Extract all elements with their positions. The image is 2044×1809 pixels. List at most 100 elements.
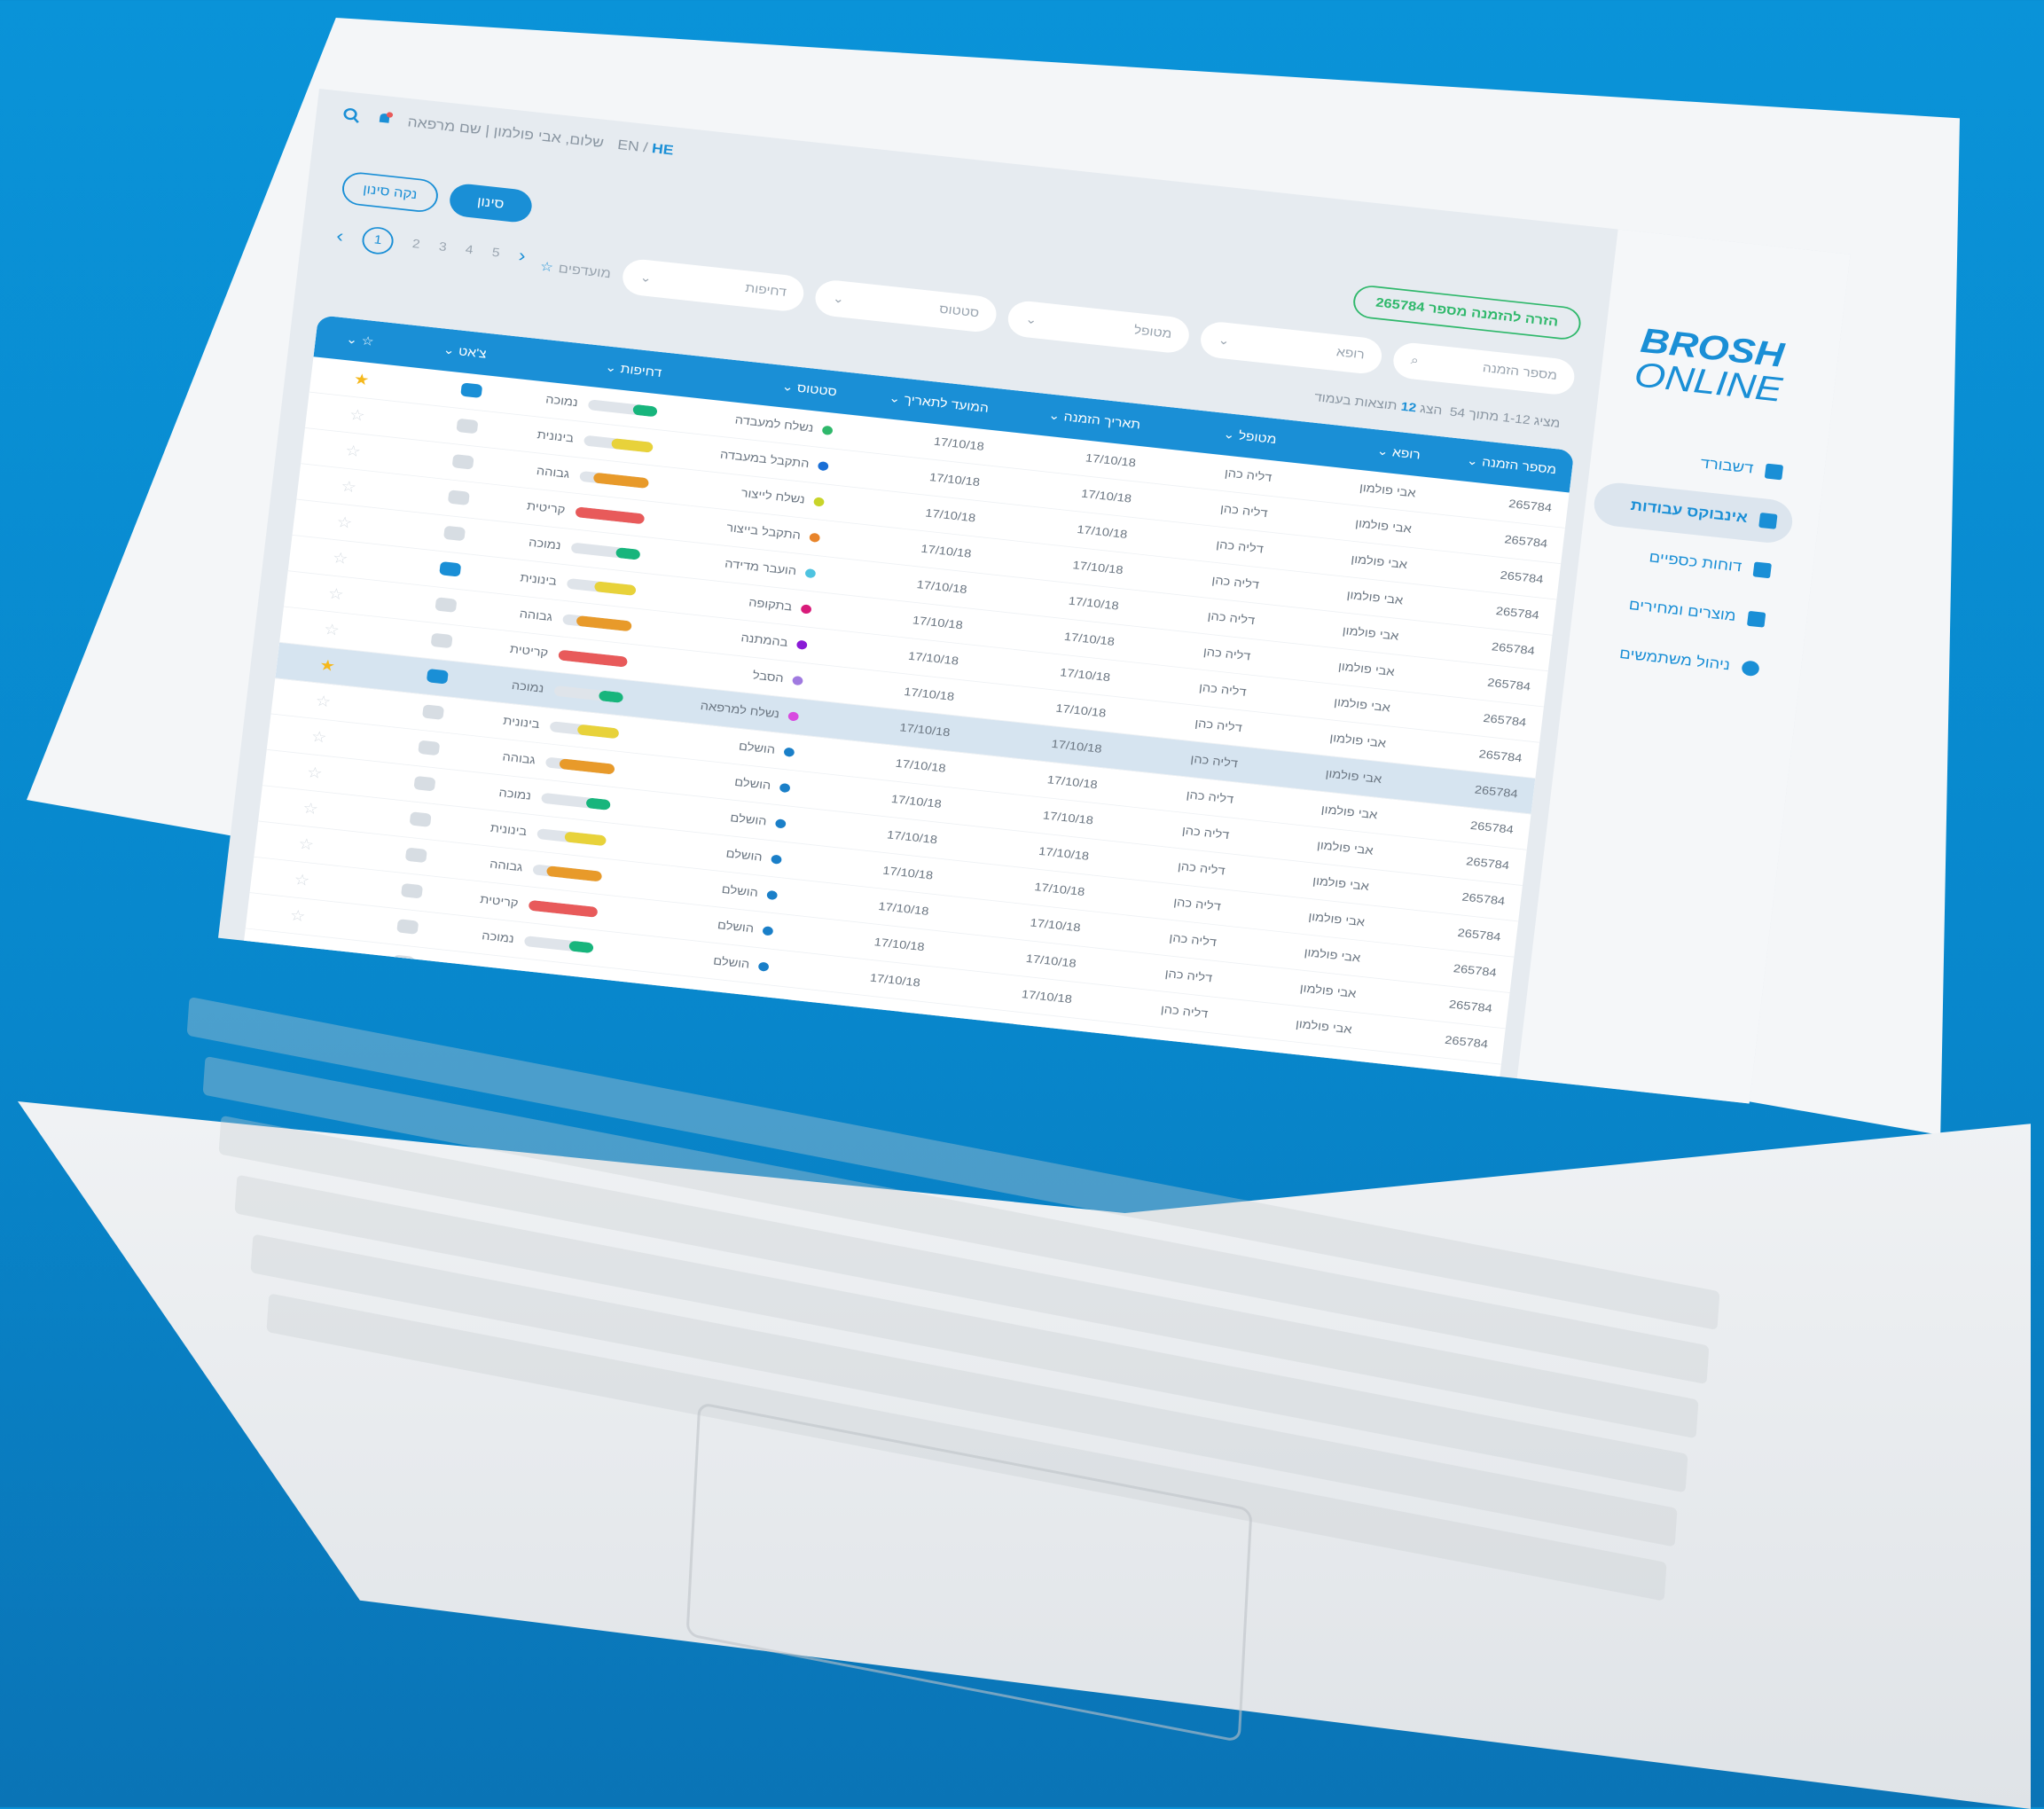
chevron-down-icon: ⌄ [604, 361, 622, 376]
filter-field-2[interactable]: מטופל ⌄ [1006, 299, 1192, 355]
urgency-bar [570, 542, 641, 560]
column-header-5[interactable]: סטטוס ⌄ [677, 367, 854, 401]
column-header-4[interactable]: המועד לתאריך ⌄ [851, 387, 1005, 418]
chat-bubble-icon[interactable] [401, 882, 424, 899]
chat-bubble-icon[interactable] [396, 918, 419, 935]
star-icon[interactable]: ★ [353, 371, 371, 388]
star-icon[interactable]: ☆ [327, 585, 345, 603]
language-switch[interactable]: EN / HE [616, 137, 674, 158]
urgency-bar [557, 649, 628, 668]
urgency-bar-fill [545, 865, 603, 882]
status-label: הושלם [712, 954, 751, 972]
chat-bubble-icon[interactable] [418, 740, 441, 756]
chat-bubble-icon[interactable] [413, 775, 436, 792]
chat-bubble-icon[interactable] [456, 418, 479, 434]
bell-icon[interactable] [374, 110, 395, 129]
column-header-0[interactable]: מספר הזמנה ⌄ [1435, 450, 1572, 479]
star-icon[interactable]: ☆ [315, 693, 333, 710]
column-header-1[interactable]: רופא ⌄ [1291, 434, 1437, 464]
chevron-right-icon[interactable]: › [517, 246, 526, 267]
chat-bubble-icon[interactable] [460, 381, 483, 398]
star-icon[interactable]: ☆ [285, 943, 302, 960]
chat-bubble-icon[interactable] [409, 811, 432, 827]
chat-bubble-icon[interactable] [447, 489, 470, 505]
urgency-bar-fill [563, 831, 607, 847]
chat-bubble-icon[interactable] [404, 847, 427, 863]
star-icon[interactable]: ☆ [348, 407, 366, 425]
chat-cell [337, 767, 451, 795]
chevron-left-icon[interactable]: ‹ [335, 226, 344, 247]
favorite-cell: ☆ [289, 544, 364, 570]
star-icon[interactable]: ☆ [306, 764, 324, 782]
patient-name: דליה כהן [1160, 1003, 1210, 1022]
lang-he[interactable]: HE [651, 140, 674, 157]
chat-bubble-icon[interactable] [422, 703, 445, 720]
filter-field-3[interactable]: סטטוס ⌄ [813, 278, 999, 334]
count-text: מציג 1-12 מתוך 54 [1449, 405, 1562, 431]
urgency-bar-fill [528, 899, 599, 918]
star-icon[interactable]: ☆ [336, 514, 354, 532]
status-dot [804, 568, 816, 579]
star-icon[interactable]: ☆ [332, 550, 349, 568]
order-number: 265784 [1461, 890, 1506, 908]
page-1[interactable]: 1 [360, 225, 395, 256]
doctor-name: אבי פולמון [1307, 910, 1366, 929]
per-page-select[interactable]: 12 [1400, 401, 1417, 415]
chat-bubble-icon[interactable] [439, 560, 462, 577]
star-icon[interactable]: ☆ [323, 622, 341, 639]
patient-name: דליה כהן [1210, 574, 1260, 592]
page-5[interactable]: 5 [491, 247, 500, 261]
order-number: 265784 [1482, 711, 1527, 730]
star-icon[interactable]: ☆ [297, 835, 315, 853]
column-header-2[interactable]: מטופל ⌄ [1155, 419, 1292, 449]
star-icon[interactable]: ☆ [310, 728, 328, 746]
chat-cell [363, 552, 477, 581]
star-icon[interactable]: ☆ [302, 800, 319, 818]
star-icon[interactable]: ★ [318, 657, 336, 675]
filter-field-0[interactable]: מספר הזמנה ⌕ [1391, 341, 1577, 396]
star-icon[interactable]: ☆ [344, 442, 362, 460]
chat-bubble-icon[interactable] [443, 525, 466, 541]
chat-bubble-icon[interactable] [426, 668, 449, 685]
status-label: נשלח למרפאה [699, 699, 780, 721]
recent-order-link[interactable]: הזרה להזמנה מספר 265784 [1351, 284, 1583, 341]
urgency-bar [532, 864, 603, 882]
status-label: הושלם [717, 919, 755, 936]
star-icon[interactable]: ☆ [294, 872, 311, 889]
chat-cell [371, 482, 485, 510]
column-header-3[interactable]: תאריך הזמנה ⌄ [1003, 403, 1156, 434]
page-3[interactable]: 3 [438, 240, 447, 255]
chat-cell [328, 839, 442, 867]
chat-bubble-icon[interactable] [451, 453, 474, 470]
column-header-7[interactable]: צ'אט ⌄ [388, 336, 503, 364]
chevron-down-icon: ⌄ [1222, 427, 1240, 442]
favorites-filter[interactable]: מועדפים ☆ [538, 248, 613, 292]
column-header-8[interactable]: ☆ ⌄ [315, 328, 390, 351]
filter-field-4[interactable]: דחיפות ⌄ [620, 257, 806, 313]
page-4[interactable]: 4 [465, 243, 474, 257]
lang-en[interactable]: EN [616, 137, 639, 153]
inbox-icon [1758, 512, 1778, 529]
star-icon[interactable]: ☆ [289, 907, 307, 925]
star-icon[interactable]: ☆ [340, 478, 357, 496]
chevron-down-icon: ⌄ [1024, 313, 1038, 327]
clear-filter-button[interactable]: נקה סינון [340, 170, 440, 214]
due-date: 17/10/18 [898, 721, 952, 740]
column-header-6[interactable]: דחיפות ⌄ [501, 348, 678, 382]
page-2[interactable]: 2 [411, 238, 420, 252]
search-icon[interactable] [341, 106, 363, 125]
filter-button[interactable]: סינון [447, 182, 534, 224]
urgency-bar-fill [559, 758, 615, 775]
patient-name: דליה כהן [1215, 537, 1265, 556]
chat-cell [358, 589, 473, 617]
brosh-logo[interactable]: BROSH ONLINE [1633, 320, 1788, 409]
order-date: 17/10/18 [1080, 487, 1132, 506]
chat-bubble-icon[interactable] [392, 954, 415, 970]
chat-bubble-icon[interactable] [435, 596, 458, 613]
chat-bubble-icon[interactable] [430, 632, 453, 648]
app-screen: BROSH ONLINE דשבורד אינבוקס עבודות דוחות כ… [218, 89, 1851, 1104]
order-date: 17/10/18 [1063, 630, 1116, 649]
filter-field-1[interactable]: רופא ⌄ [1198, 320, 1384, 376]
sidebar-item-label: דשבורד [1699, 455, 1755, 477]
urgency-cell: בינונית [428, 960, 605, 992]
